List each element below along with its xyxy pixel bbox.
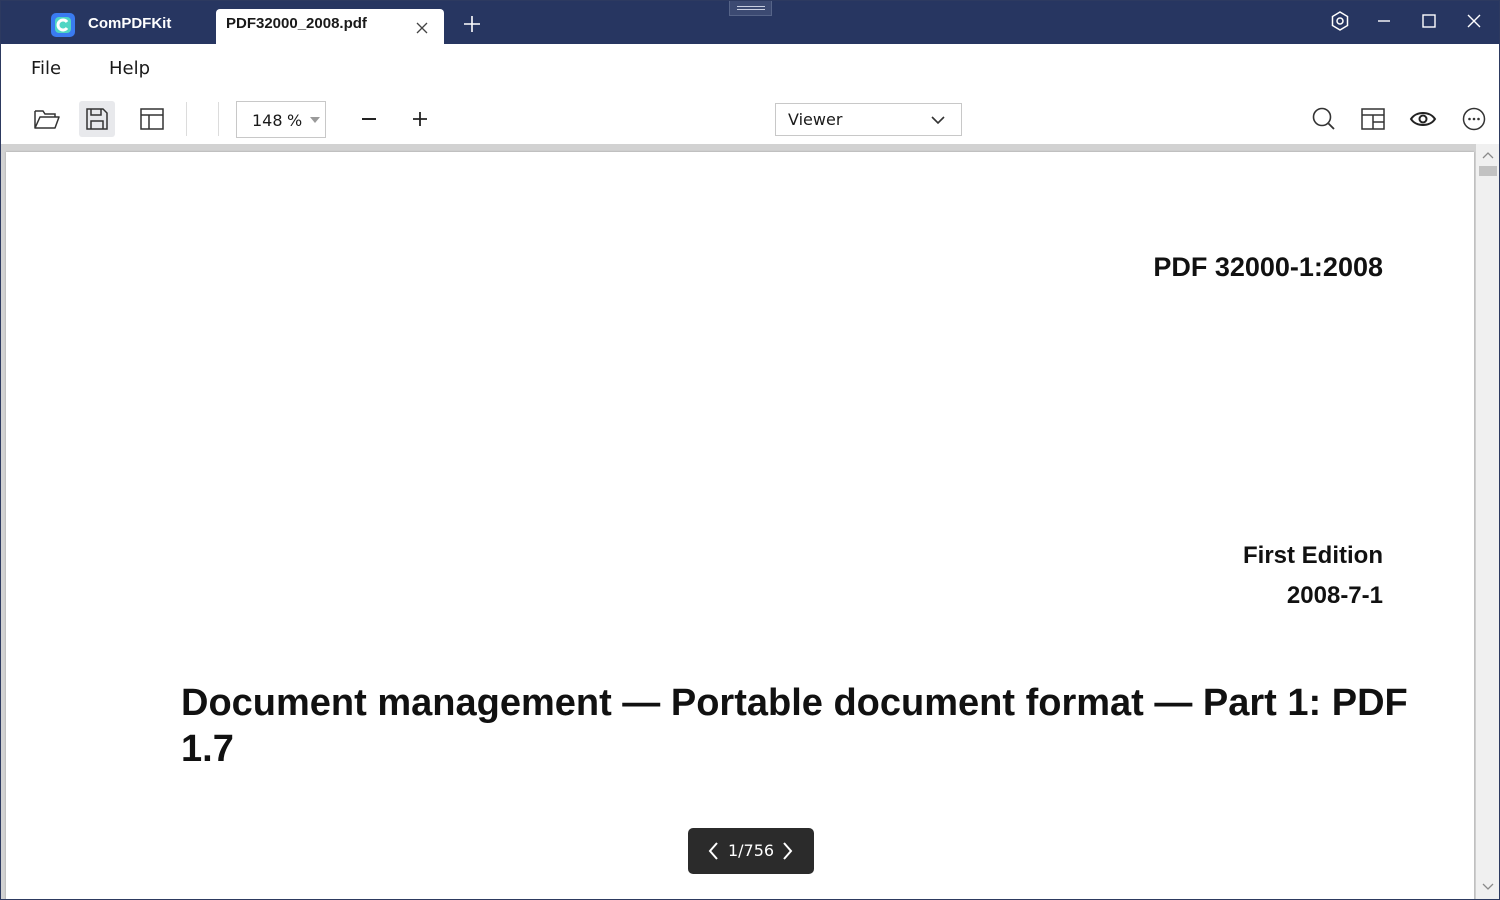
- zoom-value[interactable]: 148: [252, 111, 283, 130]
- scrollbar-thumb[interactable]: [1479, 166, 1497, 176]
- panel-layout-icon: [1361, 108, 1385, 130]
- open-folder-icon: [34, 110, 60, 129]
- pdf-page[interactable]: PDF 32000-1:2008 First Edition 2008-7-1 …: [6, 152, 1474, 899]
- title-bar: ComPDFKit PDF32000_2008.pdf: [1, 1, 1499, 44]
- document-title: Document management — Portable document …: [181, 682, 1408, 770]
- document-identifier: PDF 32000-1:2008: [1153, 252, 1383, 282]
- zoom-combobox[interactable]: 148 %: [236, 101, 326, 138]
- close-window-icon[interactable]: [1462, 9, 1486, 33]
- window-grip-handle[interactable]: [729, 1, 772, 16]
- view-mode-button[interactable]: [1405, 101, 1441, 137]
- app-name: ComPDFKit: [88, 15, 172, 32]
- page-navigator: 1/756: [688, 828, 814, 874]
- mode-selected-value[interactable]: Viewer: [788, 110, 842, 129]
- search-button[interactable]: [1306, 101, 1342, 137]
- tab-title[interactable]: PDF32000_2008.pdf: [226, 15, 367, 32]
- minus-icon: [362, 118, 376, 120]
- save-button[interactable]: [79, 101, 115, 137]
- plus-icon: [413, 112, 427, 126]
- more-options-button[interactable]: [1456, 101, 1492, 137]
- app-window: ComPDFKit PDF32000_2008.pdf File Help 14…: [0, 0, 1500, 900]
- save-icon: [86, 108, 108, 130]
- document-date: 2008-7-1: [1286, 582, 1383, 609]
- menu-file[interactable]: File: [31, 58, 61, 79]
- zoom-in-button[interactable]: [402, 101, 438, 137]
- layout-icon: [140, 108, 164, 130]
- next-page-icon[interactable]: [778, 840, 796, 862]
- toolbar: 148 % Viewer: [1, 94, 1499, 144]
- compdfkit-logo-icon: [51, 13, 75, 37]
- more-icon: [1462, 107, 1486, 131]
- page-layout-button[interactable]: [134, 101, 170, 137]
- mode-dropdown[interactable]: Viewer: [775, 103, 962, 136]
- eye-icon: [1409, 112, 1437, 126]
- new-tab-plus-icon[interactable]: [462, 14, 482, 34]
- vertical-scrollbar[interactable]: [1476, 144, 1499, 899]
- search-icon: [1312, 107, 1335, 130]
- toolbar-divider: [218, 102, 219, 136]
- menu-help[interactable]: Help: [109, 58, 150, 79]
- open-file-button[interactable]: [29, 101, 65, 137]
- zoom-dropdown-arrow-icon[interactable]: [310, 117, 320, 123]
- close-tab-icon[interactable]: [414, 20, 430, 36]
- scroll-up-arrow-icon[interactable]: [1482, 150, 1494, 160]
- toolbar-divider: [186, 102, 187, 136]
- zoom-out-button[interactable]: [351, 101, 387, 137]
- maximize-icon[interactable]: [1417, 9, 1441, 33]
- document-edition: First Edition: [1243, 542, 1383, 569]
- document-viewer[interactable]: PDF 32000-1:2008 First Edition 2008-7-1 …: [1, 144, 1499, 899]
- document-tab[interactable]: PDF32000_2008.pdf: [216, 9, 444, 44]
- zoom-unit: %: [287, 111, 303, 130]
- minimize-icon[interactable]: [1372, 9, 1396, 33]
- scroll-down-arrow-icon[interactable]: [1482, 882, 1494, 892]
- chevron-down-icon[interactable]: [929, 111, 947, 129]
- menu-bar: File Help: [1, 44, 1499, 94]
- settings-icon[interactable]: [1328, 9, 1352, 33]
- panel-layout-button[interactable]: [1355, 101, 1391, 137]
